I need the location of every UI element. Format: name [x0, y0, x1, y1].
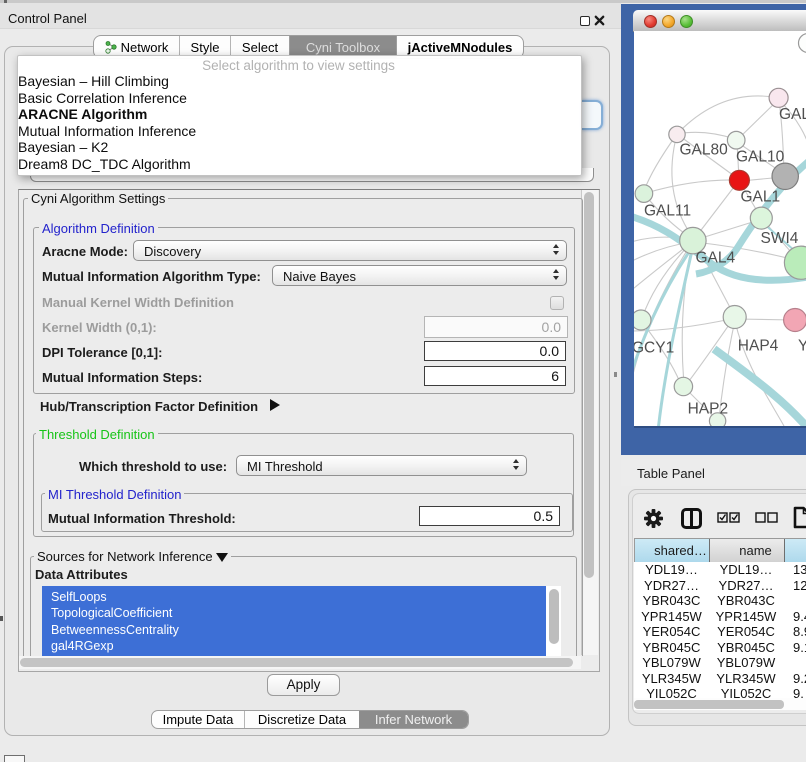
svg-text:SWI4: SWI4	[761, 230, 799, 247]
svg-text:GAL10: GAL10	[736, 149, 785, 166]
svg-text:GAL80: GAL80	[680, 142, 729, 159]
svg-text:YJ: YJ	[798, 338, 806, 355]
svg-text:HAP4: HAP4	[738, 338, 779, 355]
svg-text:GCY1: GCY1	[634, 340, 674, 357]
svg-text:GAL11: GAL11	[644, 203, 691, 220]
svg-text:HAP2: HAP2	[688, 401, 729, 418]
svg-text:GAL1: GAL1	[741, 189, 781, 206]
svg-text:GAL4: GAL4	[696, 250, 736, 267]
svg-text:GAL2: GAL2	[779, 106, 806, 123]
